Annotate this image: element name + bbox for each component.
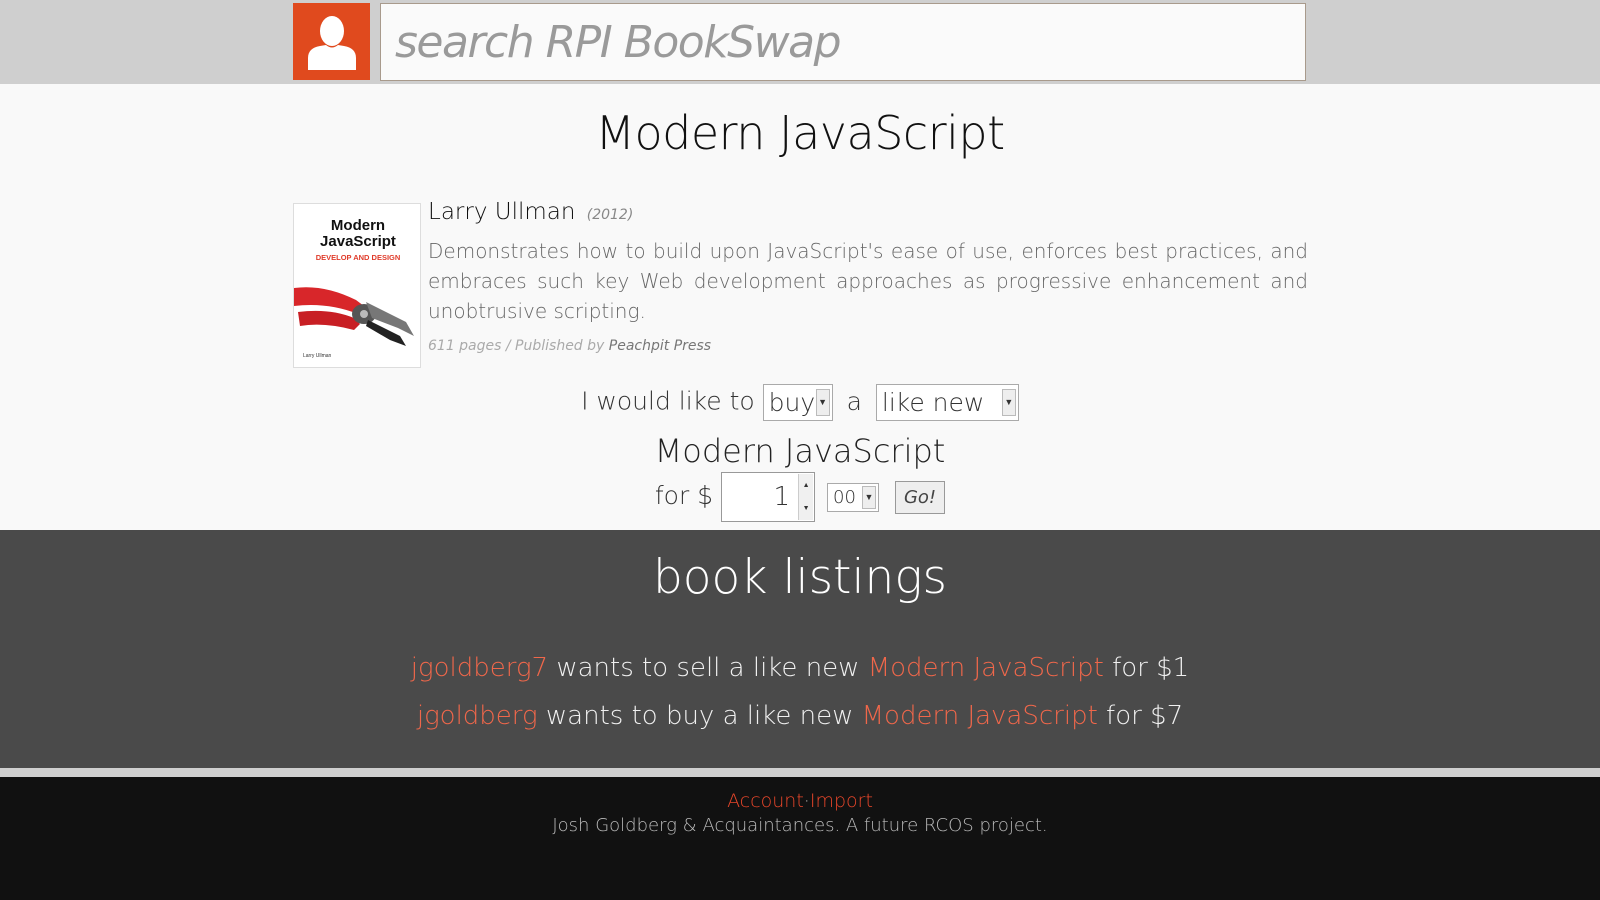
- footer-credit: Josh Goldberg & Acquaintances. A future …: [552, 815, 1048, 836]
- cover-author: Larry Ullman: [303, 353, 332, 359]
- offer-article: a: [846, 386, 862, 416]
- offer-form-line: I would like to buy ▼ a like new ▼: [0, 384, 1600, 421]
- dollars-input[interactable]: 1 ▲ ▼: [721, 472, 816, 522]
- listing-book-link[interactable]: Modern JavaScript: [862, 701, 1098, 731]
- footer-links: Account·Import: [0, 790, 1600, 812]
- dollars-value: 1: [773, 482, 791, 512]
- account-link[interactable]: Account: [727, 790, 804, 812]
- cover-title-line1: Modern: [330, 217, 386, 234]
- author-line: Larry Ullman (2012): [428, 199, 633, 225]
- listing-book-link[interactable]: Modern JavaScript: [868, 653, 1104, 683]
- author-name: Larry Ullman: [428, 199, 576, 225]
- search-input[interactable]: [380, 3, 1306, 81]
- footer: Account·Import Josh Goldberg & Acquainta…: [0, 777, 1600, 900]
- listing-item: jgoldberg7 wants to sell a like new Mode…: [0, 653, 1600, 683]
- listing-item: jgoldberg wants to buy a like new Modern…: [0, 701, 1600, 731]
- listing-user-link[interactable]: jgoldberg: [417, 701, 538, 731]
- listing-price: for $7: [1097, 701, 1184, 731]
- cents-value: 00: [833, 486, 856, 508]
- price-form-line: for $ 1 ▲ ▼ 00 ▼ Go!: [0, 472, 1600, 522]
- listing-price: for $1: [1103, 653, 1190, 683]
- pliers-illustration: [294, 287, 414, 346]
- page-count-text: 611 pages / Published by: [428, 338, 605, 354]
- section-divider: [0, 768, 1600, 777]
- account-button[interactable]: [293, 3, 370, 80]
- condition-select[interactable]: like new ▼: [875, 384, 1019, 421]
- listing-user-link[interactable]: jgoldberg7: [411, 653, 548, 683]
- book-meta: 611 pages / Published by Peachpit Press: [428, 338, 711, 354]
- book-detail: Modern JavaScript Modern JavaScript DEVE…: [0, 84, 1600, 530]
- offer-prefix: I would like to: [581, 386, 755, 416]
- publication-year: (2012): [586, 207, 634, 223]
- book-title: Modern JavaScript: [595, 106, 1005, 160]
- listing-text: wants to buy a like new: [537, 701, 862, 731]
- import-link[interactable]: Import: [810, 790, 873, 812]
- top-bar: [0, 0, 1600, 84]
- action-value: buy: [768, 388, 816, 417]
- listing-text: wants to sell a like new: [548, 653, 868, 683]
- chevron-down-icon: ▼: [815, 389, 830, 416]
- cover-title-line2: JavaScript: [320, 233, 396, 250]
- book-cover-image: Modern JavaScript DEVELOP AND DESIGN Lar…: [293, 203, 421, 368]
- cover-subtitle: DEVELOP AND DESIGN: [315, 253, 401, 262]
- book-listings-section: book listings jgoldberg7 wants to sell a…: [0, 530, 1600, 768]
- price-label: for $: [654, 481, 714, 510]
- publisher-name: Peachpit Press: [608, 338, 712, 354]
- cover-title: Modern JavaScript: [294, 217, 420, 250]
- book-description: Demonstrates how to build upon JavaScrip…: [428, 239, 1308, 323]
- listings-title: book listings: [652, 550, 948, 605]
- go-button[interactable]: Go!: [894, 480, 946, 514]
- action-select[interactable]: buy ▼: [762, 384, 833, 421]
- chevron-down-icon: ▼: [862, 485, 876, 509]
- user-icon: [308, 16, 356, 70]
- stepper-arrows-icon[interactable]: ▲ ▼: [798, 474, 814, 520]
- cents-select[interactable]: 00 ▼: [827, 482, 879, 512]
- condition-value: like new: [881, 388, 985, 417]
- offer-book-title: Modern JavaScript: [654, 432, 946, 470]
- chevron-down-icon: ▼: [1001, 389, 1016, 416]
